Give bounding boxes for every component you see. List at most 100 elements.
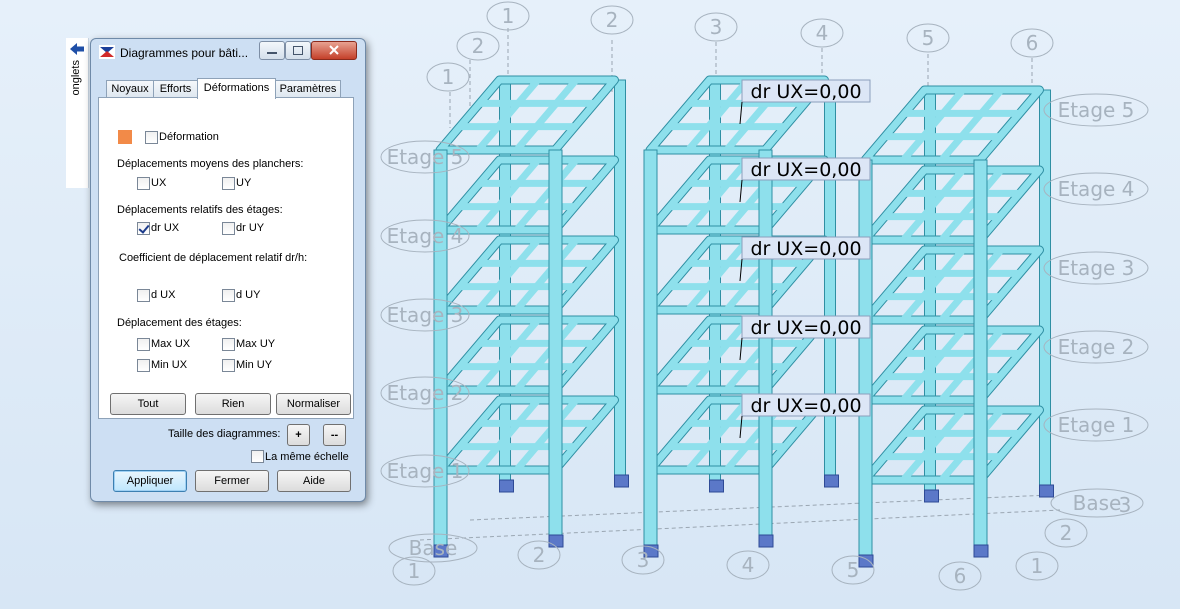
d-ux-checkbox[interactable] xyxy=(137,289,150,302)
grid-bubble-top: 3 xyxy=(710,15,723,39)
min-ux-label: Min UX xyxy=(151,359,188,371)
appliquer-button[interactable]: Appliquer xyxy=(113,470,187,492)
taille-label: Taille des diagrammes: xyxy=(168,428,281,440)
grid-bubble-bottom: 3 xyxy=(637,548,650,572)
support-node xyxy=(1039,484,1054,498)
ux-checkbox[interactable] xyxy=(137,177,150,190)
ux-label: UX xyxy=(151,177,167,189)
min-uy-checkbox[interactable] xyxy=(222,359,235,372)
deformation-label: Déformation xyxy=(159,131,219,143)
dr-ux-checkbox[interactable] xyxy=(137,222,150,235)
close-button[interactable] xyxy=(311,41,357,60)
tab-deformations[interactable]: Déformations xyxy=(197,78,276,99)
decrease-size-button[interactable]: -- xyxy=(323,424,346,446)
max-uy-checkbox[interactable] xyxy=(222,338,235,351)
side-tabs-label[interactable]: onglets xyxy=(70,60,82,95)
dialog-title: Diagrammes pour bâti... xyxy=(120,46,249,60)
deformation-checkbox[interactable] xyxy=(145,131,158,144)
section-moyens-title: Déplacements moyens des planchers: xyxy=(117,158,304,170)
dr-uy-checkbox[interactable] xyxy=(222,222,235,235)
section-coefficient-title: Coefficient de déplacement relatif dr/h: xyxy=(119,252,308,264)
grid-bubble-top: 4 xyxy=(816,21,829,45)
grid-bubble-top: 6 xyxy=(1026,31,1039,55)
section-relatifs-title: Déplacements relatifs des étages: xyxy=(117,204,283,216)
section-etages-title: Déplacement des étages: xyxy=(117,317,242,329)
uy-label: UY xyxy=(236,177,252,189)
column xyxy=(614,79,626,481)
column xyxy=(548,149,563,546)
normaliser-button[interactable]: Normaliser xyxy=(276,393,351,415)
story-label-left: Etage 2 xyxy=(387,381,464,405)
column xyxy=(1039,89,1051,491)
d-uy-label: d UY xyxy=(236,289,261,301)
base-label-right: Base xyxy=(1073,491,1122,515)
maximize-icon xyxy=(293,46,303,55)
grid-bubble-top: 2 xyxy=(472,34,485,58)
deformation-color-swatch[interactable] xyxy=(118,130,132,144)
min-uy-label: Min UY xyxy=(236,359,273,371)
grid-bubble-bottom: 6 xyxy=(954,564,967,588)
min-ux-checkbox[interactable] xyxy=(137,359,150,372)
support-node xyxy=(614,474,629,488)
result-label: dr UX=0,00 xyxy=(750,238,861,260)
column xyxy=(858,159,873,556)
grid-bubble-bottom: 1 xyxy=(408,559,421,583)
column xyxy=(758,149,773,546)
tab-efforts[interactable]: Efforts xyxy=(153,80,198,98)
max-uy-label: Max UY xyxy=(236,338,276,350)
column xyxy=(643,149,658,546)
dialog-titlebar[interactable]: Diagrammes pour bâti... xyxy=(91,39,365,65)
minimize-button[interactable] xyxy=(259,41,285,60)
column xyxy=(973,159,988,556)
meme-echelle-checkbox[interactable] xyxy=(251,450,264,463)
axis-base-right-label: 3 xyxy=(1119,493,1132,517)
grid-bubble-bottom: 2 xyxy=(533,543,546,567)
story-label-left: Etage 3 xyxy=(387,303,464,327)
dr-ux-label: dr UX xyxy=(151,222,180,234)
d-ux-label: d UX xyxy=(151,289,176,301)
max-ux-checkbox[interactable] xyxy=(137,338,150,351)
meme-echelle-label: La même échelle xyxy=(265,451,349,463)
grid-bubble-top: 1 xyxy=(502,4,515,28)
minimize-icon xyxy=(267,52,277,54)
support-node xyxy=(924,489,939,503)
grid-bubble-bottom: 2 xyxy=(1060,521,1073,545)
grid-bubble-bottom: 5 xyxy=(847,558,860,582)
tab-parametres[interactable]: Paramètres xyxy=(275,80,341,98)
support-node xyxy=(499,479,514,493)
tab-noyaux[interactable]: Noyaux xyxy=(106,80,154,98)
fermer-button[interactable]: Fermer xyxy=(195,470,269,492)
support-node xyxy=(824,474,839,488)
side-tabs-panel[interactable]: onglets xyxy=(66,38,89,188)
close-icon xyxy=(329,45,339,55)
story-label-right: Etage 1 xyxy=(1058,413,1135,437)
story-label-right: Etage 4 xyxy=(1058,177,1135,201)
story-label-left: Etage 5 xyxy=(387,145,464,169)
increase-size-button[interactable]: + xyxy=(287,424,310,446)
grid-bubble-top: 1 xyxy=(442,65,455,89)
support-node xyxy=(548,534,564,548)
maximize-button[interactable] xyxy=(285,41,311,60)
result-leader xyxy=(739,415,743,439)
grid-bubble-top: 5 xyxy=(922,26,935,50)
max-ux-label: Max UX xyxy=(151,338,191,350)
grid-line xyxy=(419,509,1061,541)
support-node xyxy=(758,534,774,548)
grid-bubble-bottom: 1 xyxy=(1031,554,1044,578)
grid-bubble-bottom: 4 xyxy=(742,553,755,577)
uy-checkbox[interactable] xyxy=(222,177,235,190)
aide-button[interactable]: Aide xyxy=(277,470,351,492)
tout-button[interactable]: Tout xyxy=(110,393,186,415)
arrow-left-icon[interactable] xyxy=(68,42,86,56)
base-label-left: Base xyxy=(409,536,458,560)
support-node xyxy=(709,479,724,493)
result-label: dr UX=0,00 xyxy=(750,395,861,417)
rien-button[interactable]: Rien xyxy=(195,393,271,415)
grid-bubble-top: 2 xyxy=(606,8,619,32)
story-label-right: Etage 5 xyxy=(1058,98,1135,122)
story-label-right: Etage 3 xyxy=(1058,256,1135,280)
result-label: dr UX=0,00 xyxy=(750,81,861,103)
d-uy-checkbox[interactable] xyxy=(222,289,235,302)
result-label: dr UX=0,00 xyxy=(750,159,861,181)
result-label: dr UX=0,00 xyxy=(750,317,861,339)
